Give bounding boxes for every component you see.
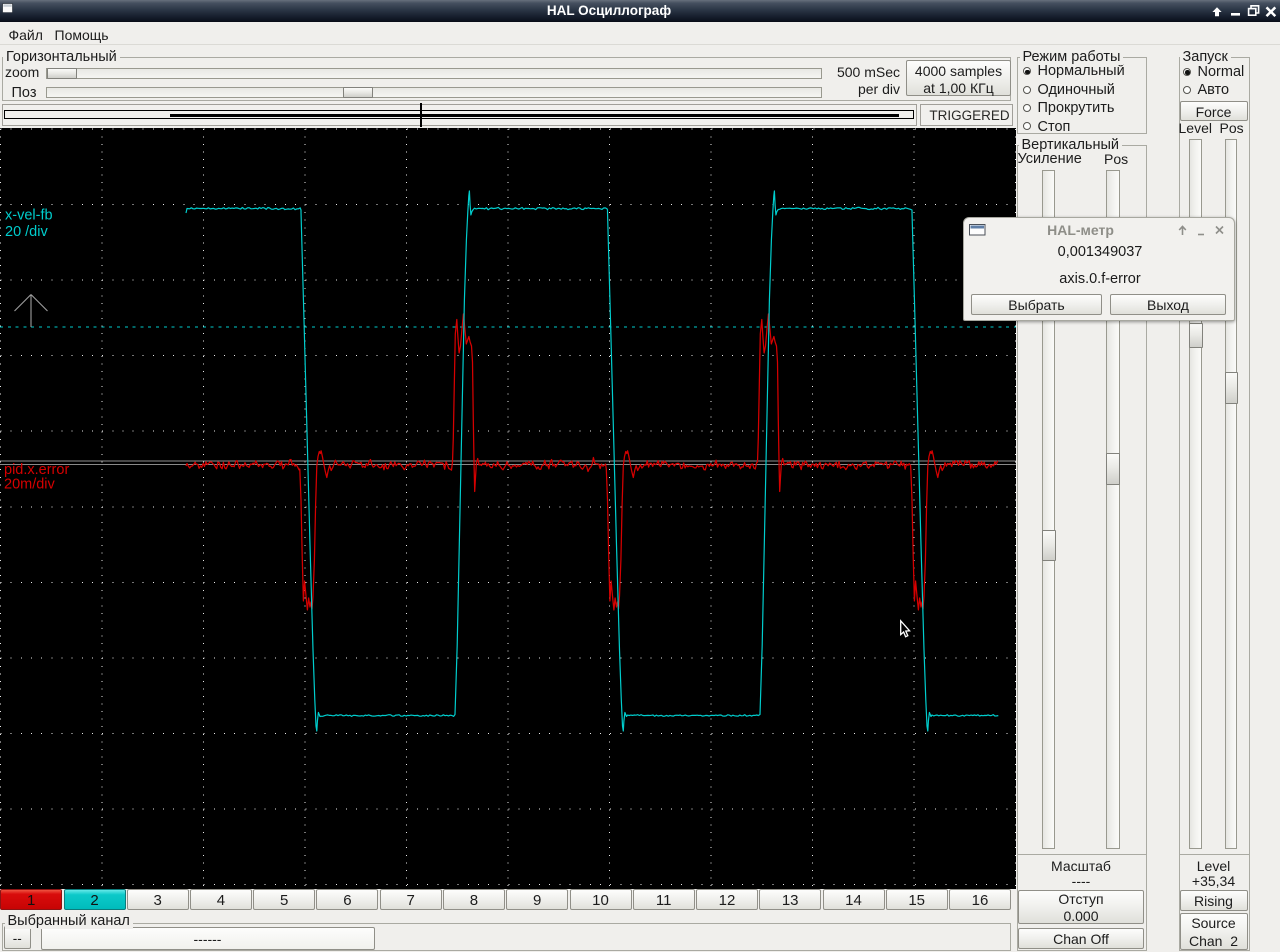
svg-text:20 /div: 20 /div bbox=[5, 224, 48, 240]
svg-text:20m/div: 20m/div bbox=[4, 477, 56, 493]
svg-text:x-vel-fb: x-vel-fb bbox=[5, 208, 53, 224]
